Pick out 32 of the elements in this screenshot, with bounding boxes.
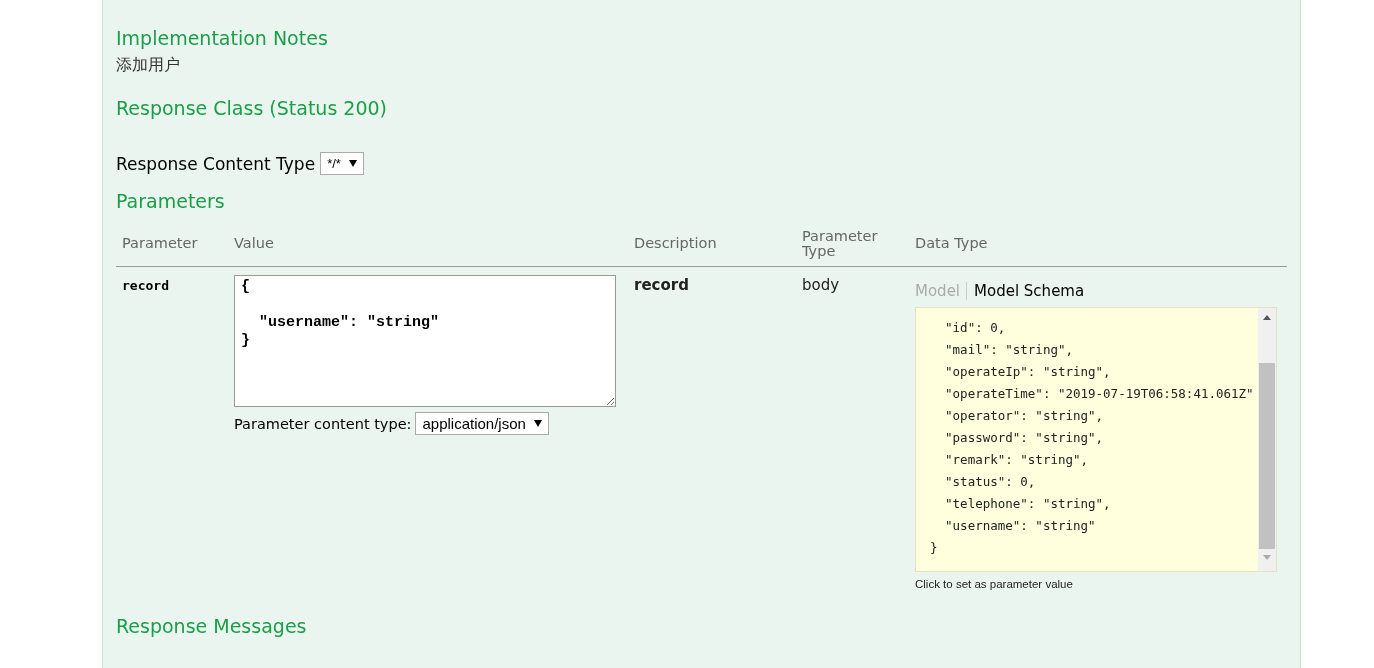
notes-text: 添加用户: [116, 55, 180, 76]
column-header: Parameter Type: [802, 228, 879, 259]
scrollbar[interactable]: [1258, 308, 1276, 571]
code-line: "mail": "string",: [944, 341, 1074, 359]
code-line: "telephone": "string",: [944, 495, 1112, 513]
column-header: Data Type: [915, 236, 989, 251]
column-header: Description: [634, 236, 718, 251]
column-header: Value: [234, 236, 275, 251]
code-line: }: [930, 539, 939, 557]
code-line: "password": "string",: [944, 429, 1105, 447]
description-text: record: [634, 276, 689, 294]
field-label: Parameter content type:: [234, 415, 412, 432]
dropdown[interactable]: */*: [320, 152, 364, 175]
code-line: "operateTime": "2019-07-19T06:58:41.061Z": [944, 385, 1255, 403]
section-heading: Parameters: [116, 189, 225, 213]
parameter-type: body: [802, 276, 840, 294]
field-label: Response Content Type: [116, 153, 316, 174]
body-field[interactable]: { "username": "string" }: [234, 275, 616, 407]
code-line: "id": 0,: [944, 319, 1007, 337]
code-line: "status": 0,: [944, 473, 1037, 491]
section-heading: Implementation Notes: [116, 26, 328, 50]
hint-link[interactable]: Click to set as parameter value: [915, 578, 1073, 590]
code-line: "username": "string": [944, 517, 1097, 535]
dropdown[interactable]: application/json: [415, 412, 549, 435]
parameter-name: record: [122, 278, 169, 293]
section-heading: Response Messages: [116, 614, 307, 638]
section-heading: Response Class (Status 200): [116, 96, 387, 120]
column-header: Parameter: [122, 236, 199, 251]
code-line: "operator": "string",: [944, 407, 1105, 425]
tab[interactable]: Model Schema: [967, 282, 1091, 300]
code-line: "operateIp": "string",: [944, 363, 1112, 381]
code-line: "remark": "string",: [944, 451, 1090, 469]
